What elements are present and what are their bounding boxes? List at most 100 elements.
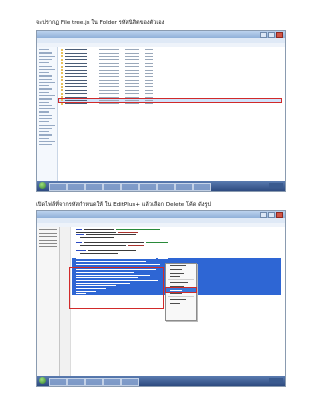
file-column-text <box>99 72 119 74</box>
start-orb-icon <box>39 377 46 384</box>
file-column-text <box>99 79 119 81</box>
explorer-toolbar <box>37 43 285 47</box>
file-column-text <box>145 103 153 105</box>
directory-entry <box>39 242 57 244</box>
tree-entry <box>39 101 49 103</box>
tree-entry <box>39 88 52 90</box>
tree-entry <box>39 124 55 126</box>
tree-entry <box>39 134 52 136</box>
tree-entry <box>39 78 52 80</box>
tree-entry <box>39 104 52 107</box>
directory-entry <box>39 232 57 234</box>
selected-code-highlight <box>69 267 164 309</box>
taskbar-item <box>175 182 193 191</box>
file-icon <box>61 96 63 99</box>
tree-entry <box>39 108 55 110</box>
file-column-text <box>125 79 139 81</box>
taskbar-item <box>139 182 157 191</box>
system-tray <box>269 183 283 188</box>
file-column-text <box>99 86 119 88</box>
taskbar-item <box>157 182 175 191</box>
tree-entry <box>39 85 49 87</box>
file-column-text <box>65 89 87 91</box>
taskbar-item <box>49 377 67 386</box>
taskbar-item <box>193 182 211 191</box>
taskbar-item <box>121 377 139 386</box>
file-column-text <box>99 100 119 102</box>
file-column-text <box>65 76 87 78</box>
file-column-text <box>125 62 139 64</box>
file-column-text <box>145 79 153 81</box>
context-menu-item-text <box>170 282 188 284</box>
file-icon <box>61 79 63 82</box>
file-column-text <box>125 69 139 71</box>
file-column-text <box>145 69 153 71</box>
tree-entry <box>39 98 52 100</box>
tree-entry <box>39 55 55 57</box>
file-column-text <box>65 86 87 88</box>
file-icon <box>61 89 63 92</box>
tree-entry <box>39 111 49 113</box>
context-menu-item-text <box>170 268 182 270</box>
file-column-text <box>125 89 139 91</box>
context-menu-item <box>166 302 196 306</box>
file-column-text <box>99 103 119 105</box>
file-column-text <box>125 72 139 74</box>
file-column-text <box>125 103 139 105</box>
directory-entry <box>39 229 57 231</box>
file-icon <box>61 82 63 85</box>
tree-entry <box>39 52 52 54</box>
windows-taskbar <box>37 181 285 191</box>
file-column-text <box>65 72 87 74</box>
file-column-text <box>125 66 139 68</box>
file-icon <box>61 102 63 105</box>
file-column-text <box>65 96 87 98</box>
file-column-text <box>145 76 153 78</box>
file-icon <box>61 72 63 75</box>
tree-entry <box>39 118 52 120</box>
file-column-text <box>145 83 153 85</box>
file-column-text <box>65 62 87 64</box>
file-column-text <box>145 72 153 74</box>
file-column-text <box>125 59 139 61</box>
taskbar-item <box>85 182 103 191</box>
explorer-screenshot <box>36 30 286 192</box>
file-column-text <box>99 96 119 98</box>
file-row <box>59 102 281 105</box>
file-column-text <box>65 79 87 81</box>
directory-entry <box>39 236 57 238</box>
file-column-text <box>65 69 87 71</box>
file-column-text <box>99 69 119 71</box>
file-column-text <box>125 49 139 51</box>
tree-entry <box>39 62 49 64</box>
file-column-text <box>145 62 153 64</box>
file-column-text <box>145 96 153 98</box>
taskbar-item <box>121 182 139 191</box>
tree-entry <box>39 81 55 84</box>
file-column-text <box>99 59 119 61</box>
tree-entry <box>39 114 52 116</box>
file-column-text <box>99 52 119 54</box>
file-column-text <box>65 93 87 95</box>
file-column-text <box>99 89 119 91</box>
tree-entry <box>39 127 52 130</box>
editor-directory-pane <box>37 227 60 376</box>
context-menu-item-text <box>170 299 186 301</box>
file-column-text <box>125 96 139 98</box>
context-menu-item <box>166 292 196 296</box>
context-menu-item-text <box>170 293 182 295</box>
file-column-text <box>65 66 87 68</box>
file-column-text <box>65 100 87 102</box>
windows-taskbar <box>37 376 285 386</box>
file-column-text <box>99 55 119 57</box>
file-icon <box>61 65 63 68</box>
taskbar-item <box>103 182 121 191</box>
context-menu <box>165 263 197 321</box>
file-column-text <box>145 49 153 51</box>
tree-entry <box>39 75 52 77</box>
context-menu-item-text <box>170 272 184 274</box>
tree-entry <box>39 144 52 146</box>
file-column-text <box>125 76 139 78</box>
file-column-text <box>145 66 153 68</box>
tree-entry <box>39 137 49 139</box>
